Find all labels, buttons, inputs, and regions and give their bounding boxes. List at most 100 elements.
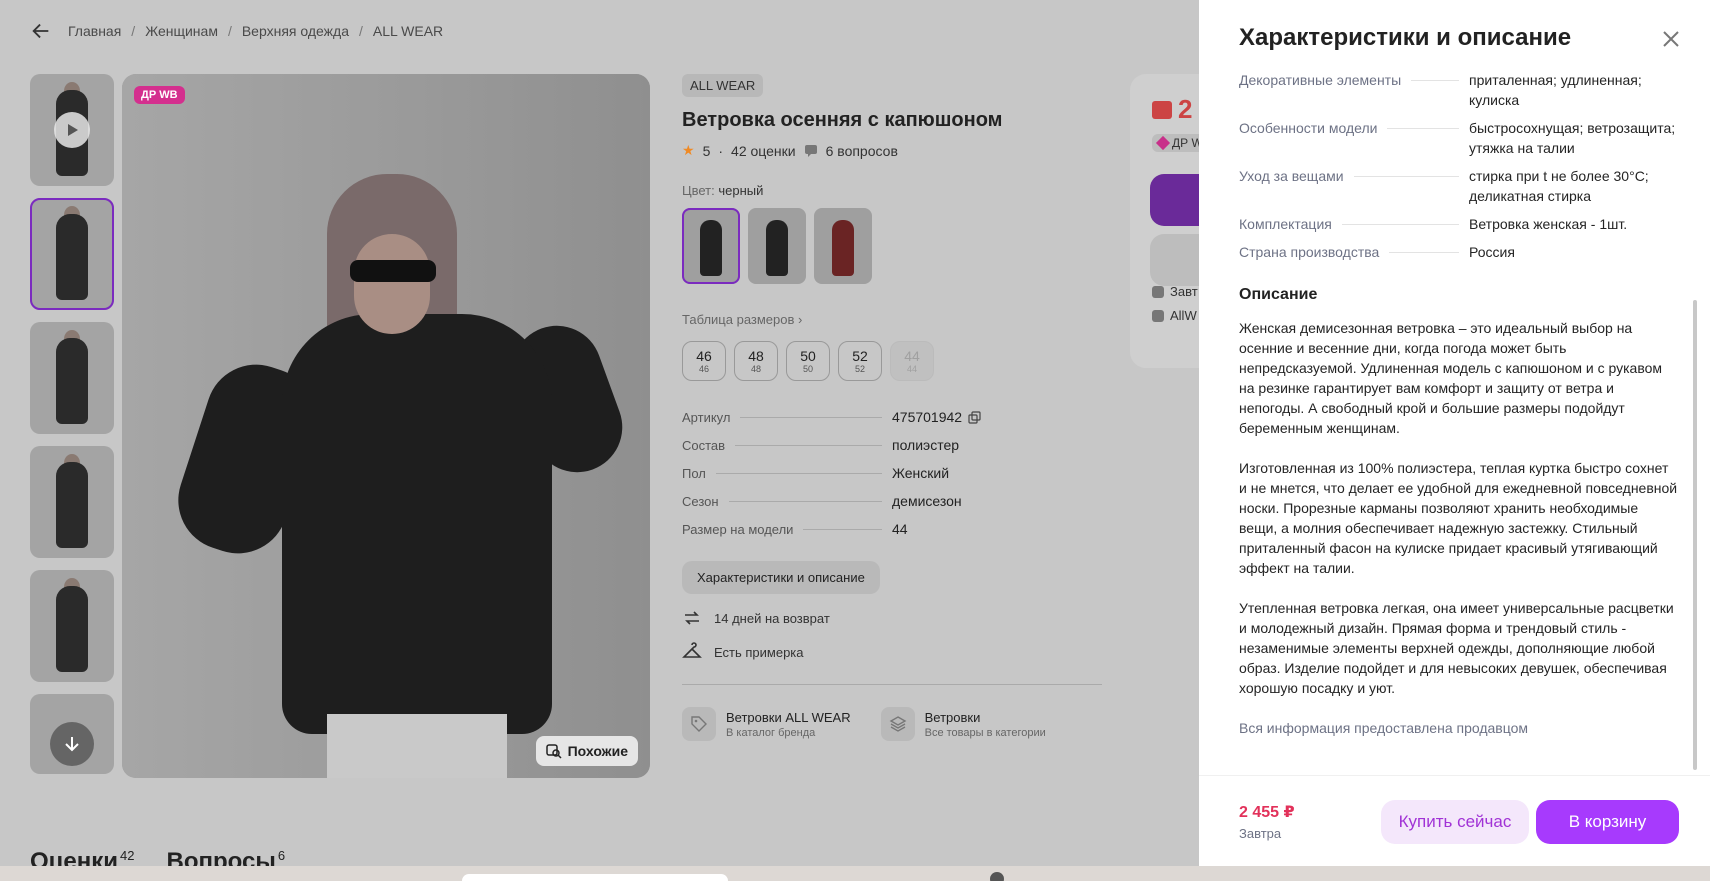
thumbnail-size-table[interactable] [30, 694, 114, 774]
tab-reviews-count: 42 [120, 848, 135, 863]
drawer-spec-key: Особенности модели [1239, 120, 1378, 136]
taskbar-app-icon[interactable] [990, 872, 1004, 881]
description-paragraph: Изготовленная из 100% полиэстера, теплая… [1239, 460, 1678, 576]
thumbnail-figure [56, 462, 88, 548]
questions-link[interactable]: 6 вопросов [826, 143, 898, 159]
layers-shape [889, 716, 907, 732]
photo-legs [327, 714, 507, 778]
drawer-spec-key-wrap: Комплектация [1239, 214, 1469, 234]
drawer-spec-key-wrap: Особенности модели [1239, 118, 1469, 158]
main-product-photo[interactable]: ДР WB Похожие [122, 74, 650, 778]
spec-value: 44 [892, 521, 908, 537]
scroll-down-icon[interactable] [50, 722, 94, 766]
copy-icon[interactable] [968, 410, 981, 424]
breadcrumb-item[interactable]: Верхняя одежда [242, 23, 349, 39]
breadcrumb-item[interactable]: Женщинам [145, 23, 218, 39]
article-number: 475701942 [892, 409, 963, 425]
size-number: 52 [852, 348, 868, 364]
hanger-icon [682, 642, 702, 658]
spec-key: Сезон [682, 494, 719, 509]
buybox-price: 2 [1152, 94, 1192, 125]
spec-value: полиэстер [892, 437, 960, 453]
size-table-label: Таблица размеров [682, 312, 795, 327]
add-to-cart-button[interactable]: В корзину [1536, 800, 1679, 844]
brand-link[interactable]: ALL WEAR [682, 74, 764, 97]
color-swatch[interactable] [682, 208, 740, 284]
size-russian: 52 [854, 364, 865, 374]
spec-leader [1387, 128, 1459, 129]
spec-leader [1411, 80, 1459, 81]
search-similar-icon [545, 744, 562, 759]
thumbnail[interactable] [30, 198, 114, 310]
size-russian: 50 [802, 364, 813, 374]
size-option[interactable]: 46 46 [682, 341, 726, 381]
similar-label: Похожие [567, 743, 628, 759]
spec-leader [1341, 224, 1459, 225]
color-swatch[interactable] [814, 208, 872, 284]
spec-value: демисезон [892, 493, 962, 509]
size-russian: 44 [906, 364, 917, 374]
similar-button[interactable]: Похожие [535, 736, 638, 766]
fitting-info: Есть примерка [682, 642, 1102, 662]
thumbnail-video[interactable] [30, 74, 114, 186]
thumbnail[interactable] [30, 446, 114, 558]
category-link[interactable]: Ветровки Все товары в категории [880, 707, 1046, 741]
color-swatch[interactable] [748, 208, 806, 284]
spec-leader [1389, 252, 1459, 253]
spec-row: Сезон демисезон [682, 493, 1102, 521]
color-value: черный [718, 183, 764, 198]
size-option[interactable]: 48 48 [734, 341, 778, 381]
spec-key: Размер на модели [682, 522, 794, 537]
size-number: 50 [800, 348, 816, 364]
close-icon[interactable] [1660, 28, 1682, 50]
tab-questions-count: 6 [277, 848, 286, 863]
buy-now-button[interactable]: Купить сейчас [1381, 800, 1529, 844]
category-sub: Все товары в категории [924, 726, 1046, 739]
category-links: Ветровки ALL WEAR В каталог бренда Ветров… [682, 707, 1102, 741]
taskbar-search[interactable] [462, 874, 728, 881]
buybox-seller[interactable]: AllW [1152, 308, 1197, 323]
characteristics-drawer: Характеристики и описание Декоративные э… [1199, 0, 1710, 866]
reviews-link[interactable]: 42 оценки [731, 143, 796, 159]
thumbnail[interactable] [30, 570, 114, 682]
spec-value: Женский [892, 465, 950, 481]
spec-key-wrap: Пол [682, 466, 892, 481]
drawer-content[interactable]: Декоративные элементы приталенная; удлин… [1239, 70, 1679, 770]
rating-value: 5 [702, 142, 711, 159]
photo-coat [282, 314, 552, 734]
description-paragraph: Утепленная ветровка легкая, она имеет ун… [1239, 600, 1674, 696]
size-option[interactable]: 52 52 [838, 341, 882, 381]
drawer-spec-value: быстросохнущая; ветрозащита; утяжка на т… [1469, 120, 1676, 156]
drawer-spec-row: Страна производства Россия [1239, 242, 1679, 262]
play-icon[interactable] [54, 112, 90, 148]
breadcrumb-item[interactable]: ALL WEAR [373, 23, 443, 39]
spec-leader [715, 473, 882, 474]
spec-key-wrap: Состав [682, 438, 892, 453]
shop-icon [1152, 309, 1164, 322]
play-triangle-icon [68, 124, 78, 136]
tag-shape [691, 716, 707, 732]
swatch-figure [832, 220, 854, 276]
fitting-label: Есть примерка [714, 644, 804, 660]
seller-info-note: Вся информация предоставлена продавцом [1239, 720, 1529, 736]
photo-glasses [350, 260, 436, 282]
thumbnail[interactable] [30, 322, 114, 434]
characteristics-button[interactable]: Характеристики и описание [682, 561, 880, 594]
size-table-link[interactable]: Таблица размеров › [682, 312, 1102, 327]
color-row: Цвет: черный [682, 183, 1102, 198]
size-option[interactable]: 50 50 [786, 341, 830, 381]
size-selector: 46 46 48 48 50 50 52 52 44 44 [682, 341, 1102, 381]
drawer-scrollbar[interactable] [1693, 300, 1697, 770]
drawer-spec-value: приталенная; удлиненная; кулиска [1469, 72, 1642, 108]
taskbar [0, 866, 1710, 881]
breadcrumb: Главная / Женщинам / Верхняя одежда / AL… [30, 20, 443, 42]
spec-leader [740, 417, 882, 418]
drawer-spec-key-wrap: Страна производства [1239, 242, 1469, 262]
breadcrumb-item[interactable]: Главная [68, 23, 121, 39]
tag-icon [682, 707, 716, 741]
spec-row: Состав полиэстер [682, 437, 1102, 465]
drawer-spec-key: Декоративные элементы [1239, 72, 1402, 88]
drawer-spec-value: Россия [1469, 244, 1515, 260]
back-arrow-icon[interactable] [30, 20, 52, 42]
brand-catalog-link[interactable]: Ветровки ALL WEAR В каталог бренда [682, 707, 851, 741]
